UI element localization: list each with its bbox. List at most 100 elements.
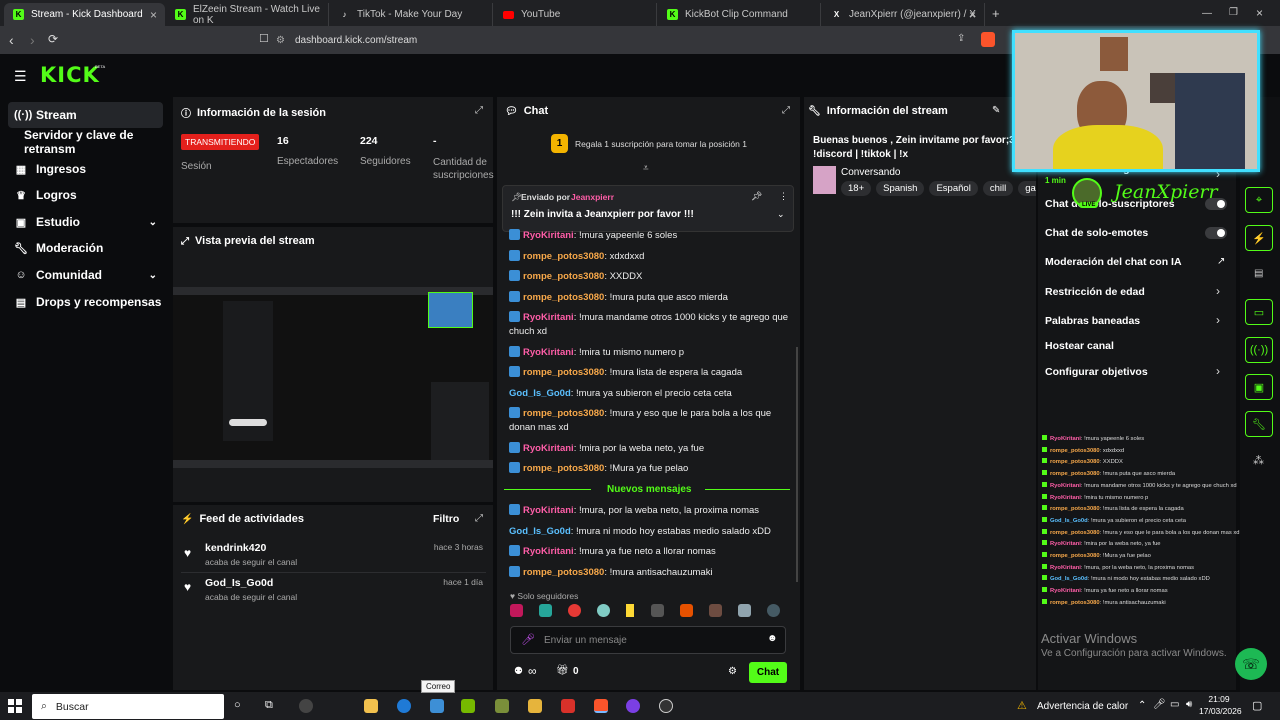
clock-date[interactable]: 17/03/2026 [1199, 706, 1242, 716]
close-tab-icon[interactable]: × [969, 8, 976, 22]
windows-start-icon[interactable] [8, 699, 22, 713]
mail-icon[interactable] [430, 699, 444, 713]
sidebar-item-comunidad[interactable]: ☺ Comunidad ⌄ [8, 262, 163, 288]
tab-x-jeanxpierr[interactable]: X JeanXpierr (@jeanxpierr) / X × [822, 3, 985, 26]
sidebar-item-drops[interactable]: ▤ Drops y recompensas [8, 289, 163, 315]
task-view-icon[interactable]: ⧉ [265, 699, 273, 712]
brave-icon[interactable] [594, 699, 608, 713]
forward-arrow-icon[interactable]: › [30, 32, 35, 48]
chevron-up-icon[interactable]: ⌃ [1138, 700, 1146, 711]
emote-icon[interactable] [510, 604, 523, 617]
tag[interactable]: 18+ [841, 181, 872, 196]
microphone-icon[interactable]: 🎤︎ [1153, 699, 1166, 710]
wrench-icon[interactable]: 🔧︎ [1245, 411, 1273, 437]
warning-icon[interactable]: ⚠ [1017, 699, 1027, 712]
sidebar-item-estudio[interactable]: ▣ Estudio ⌄ [8, 209, 163, 235]
url-field[interactable]: ⚙ dashboard.kick.com/stream [276, 31, 1002, 49]
edge-icon[interactable] [397, 699, 411, 713]
host-channel-setting[interactable]: Hostear canal [1045, 340, 1114, 352]
support-chat-icon[interactable]: ☏ [1235, 648, 1267, 680]
filter-button[interactable]: Filtro [433, 513, 459, 525]
clip-icon[interactable]: ⌖ [1245, 187, 1273, 213]
sub-prompt[interactable]: Regala 1 suscripción para tomar la posic… [575, 139, 747, 149]
gift-icon[interactable]: 🎁︎ [556, 665, 569, 676]
chat-input[interactable]: 🎤︎ Enviar un mensaje ☻ [510, 626, 786, 654]
brave-shield-icon[interactable] [981, 32, 995, 47]
emote-icon[interactable] [650, 604, 664, 617]
nvidia-icon[interactable] [461, 699, 475, 713]
heat-warning[interactable]: Advertencia de calor [1037, 701, 1128, 712]
emotes-only-toggle[interactable] [1205, 227, 1227, 239]
close-window-icon[interactable]: × [1256, 6, 1263, 20]
tab-youtube[interactable]: YouTube [494, 3, 657, 26]
more-icon[interactable]: ⋮ [779, 191, 788, 202]
site-info-icon[interactable]: ⚙ [276, 35, 285, 46]
emoji-icon[interactable]: ☻ [767, 633, 778, 644]
clock-time[interactable]: 21:09 [1203, 694, 1235, 704]
notifications-icon[interactable]: ▢ [1252, 699, 1262, 712]
volume-icon[interactable]: 🔊︎ [1186, 699, 1192, 710]
emote-icon[interactable] [679, 604, 693, 617]
chevron-right-icon[interactable]: › [1216, 284, 1220, 298]
unpin-icon[interactable]: 📌︎ [751, 191, 762, 202]
tag[interactable]: Spanish [876, 181, 925, 196]
tab-tiktok[interactable]: ♪ TikTok - Make Your Day [330, 3, 493, 26]
close-tab-icon[interactable]: × [150, 8, 157, 22]
chat-bubble-icon[interactable]: ▭ [1245, 299, 1273, 325]
emotes-only-setting[interactable]: Chat de solo-emotes [1045, 227, 1148, 239]
tag[interactable]: ga [1018, 181, 1036, 196]
bolt-icon[interactable]: ⚡ [1245, 225, 1273, 251]
send-chat-button[interactable]: Chat [749, 662, 787, 683]
category-thumbnail[interactable] [813, 166, 836, 194]
tag[interactable]: Español [929, 181, 978, 196]
stream-preview-video[interactable] [173, 287, 493, 468]
app-icon[interactable] [561, 699, 575, 713]
banned-words-setting[interactable]: Palabras baneadas [1045, 315, 1140, 327]
emote-icon[interactable] [568, 604, 582, 617]
chevron-right-icon[interactable]: › [1216, 364, 1220, 378]
menu-icon[interactable]: ☰ [14, 68, 27, 85]
points-icon[interactable]: ⚉ [514, 666, 523, 677]
tab-kickbot[interactable]: K KickBot Clip Command [658, 3, 821, 26]
expand-icon[interactable]: ⤢ [475, 105, 483, 116]
chat-scrollbar[interactable] [796, 347, 798, 582]
reload-icon[interactable]: ⟳ [48, 32, 58, 46]
collapse-icon[interactable]: ⩡ [643, 163, 649, 174]
emote-icon[interactable] [597, 604, 611, 617]
emote-icon[interactable] [539, 604, 553, 617]
cortana-icon[interactable]: ○ [234, 699, 241, 711]
chevron-down-icon[interactable]: ⌄ [777, 209, 785, 220]
category-name[interactable]: Conversando [841, 167, 900, 178]
broadcast-icon[interactable]: ((·)) [1245, 337, 1273, 363]
emote-icon[interactable] [766, 604, 780, 617]
tab-stream-kick-dashboard[interactable]: K Stream - Kick Dashboard × [4, 3, 165, 26]
bookmark-icon[interactable]: ☐ [259, 32, 269, 45]
microphone-icon[interactable]: 🎤︎ [521, 633, 535, 646]
chevron-right-icon[interactable]: › [1216, 313, 1220, 327]
kick-logo[interactable]: KICK [40, 63, 100, 87]
taskbar-search[interactable]: ⌕ Buscar [32, 694, 224, 719]
folder-icon[interactable] [528, 699, 542, 713]
gear-icon[interactable]: ⚙ [728, 666, 737, 677]
tab-elzeein[interactable]: K ElZeein Stream - Watch Live on K [166, 3, 329, 26]
maximize-icon[interactable]: ❐ [1229, 7, 1238, 18]
network-icon[interactable]: ▭ [1170, 699, 1179, 710]
sidebar-item-server-key[interactable]: Servidor y clave de retransm [8, 128, 175, 156]
emote-icon[interactable] [708, 604, 722, 617]
discord-icon[interactable] [626, 699, 640, 713]
expand-icon[interactable]: ⤢ [475, 513, 483, 524]
emote-icon[interactable] [626, 604, 635, 617]
layout-icon[interactable]: ▣ [1245, 374, 1273, 400]
ai-moderation-setting[interactable]: Moderación del chat con IA [1045, 256, 1182, 268]
edit-icon[interactable]: ✎ [992, 105, 1000, 116]
back-arrow-icon[interactable]: ‹ [9, 32, 14, 48]
apps-icon[interactable]: ⁂ [1253, 454, 1264, 467]
document-icon[interactable]: ▤ [1254, 268, 1263, 279]
minimize-icon[interactable]: — [1202, 8, 1212, 19]
store-icon[interactable] [364, 699, 378, 713]
age-restriction-setting[interactable]: Restricción de edad [1045, 286, 1145, 298]
obs-icon[interactable] [659, 699, 673, 713]
external-link-icon[interactable]: ↗ [1217, 256, 1225, 267]
tag[interactable]: chill [982, 181, 1014, 196]
emote-icon[interactable] [737, 604, 751, 617]
